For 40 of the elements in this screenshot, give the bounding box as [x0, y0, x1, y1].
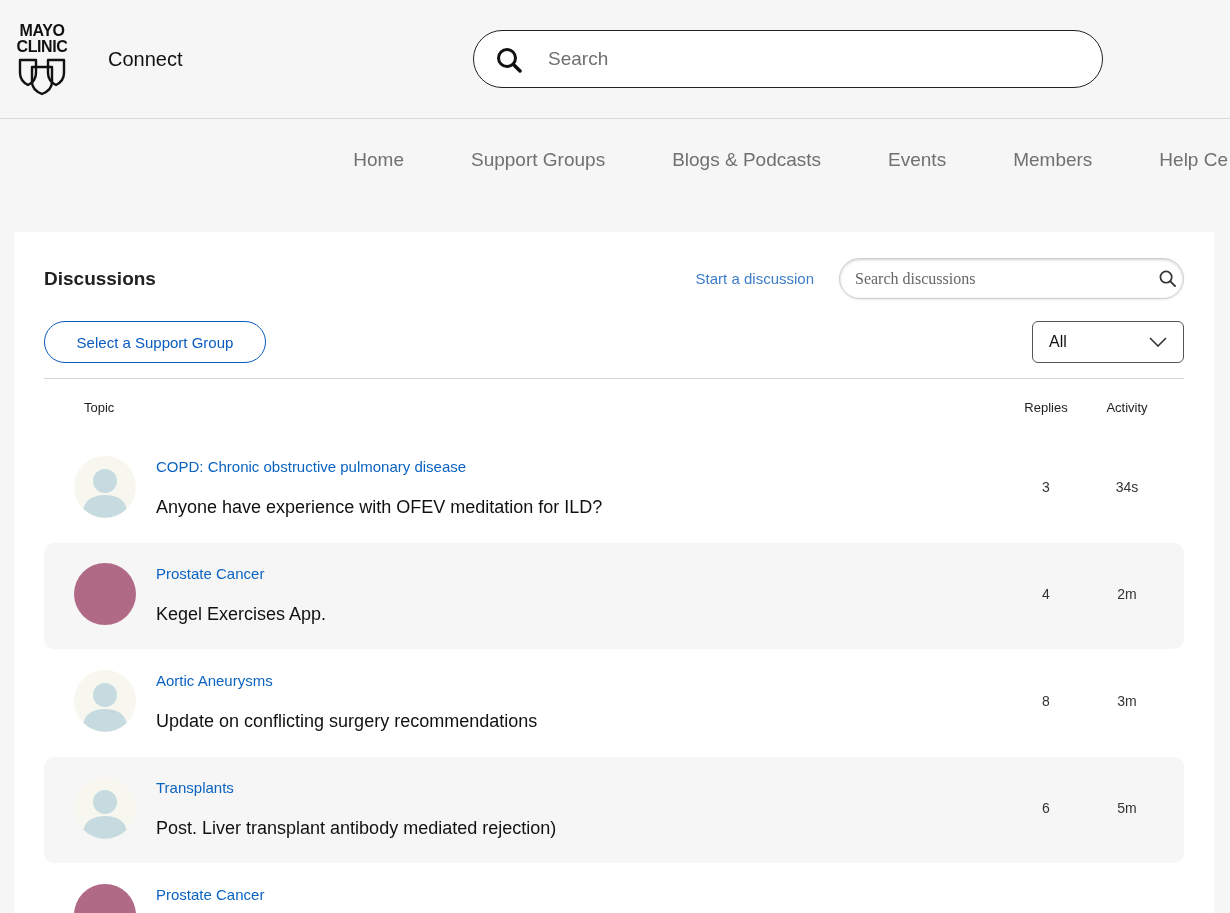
topic-title[interactable]: Kegel Exercises App.	[156, 602, 327, 626]
column-header: Topic	[84, 400, 115, 415]
group-link[interactable]: Aortic Aneurysms	[156, 671, 273, 691]
topic-title[interactable]: Post. Liver transplant antibody mediated rejection)	[156, 816, 557, 840]
search-field[interactable]: Search	[473, 30, 1103, 88]
group-link[interactable]: Prostate Cancer	[156, 564, 265, 584]
logo-text: MAYO CLINIC	[16, 22, 68, 55]
reply-count: 6	[1042, 800, 1050, 816]
user-avatar-icon	[74, 777, 136, 839]
section-title: Discussions	[44, 267, 156, 290]
filter-dropdown[interactable]: All	[1032, 321, 1184, 363]
column-header: Replies	[1024, 400, 1068, 415]
search-icon	[1159, 270, 1176, 287]
chevron-down-icon	[1149, 337, 1167, 347]
reply-count: 4	[1042, 586, 1050, 602]
site-name: Connect	[108, 47, 183, 71]
nav-link[interactable]: Events	[888, 147, 947, 173]
activity-time: 2m	[1117, 586, 1137, 602]
select-group-button[interactable]: Select a Support Group	[44, 321, 266, 363]
shields-logo-icon	[18, 57, 66, 96]
user-avatar-icon	[74, 456, 136, 518]
nav-link[interactable]: Home	[353, 147, 404, 173]
search-icon	[496, 47, 522, 73]
group-link[interactable]: COPD: Chronic obstructive pulmonary disease	[156, 457, 467, 477]
nav-link[interactable]: Members	[1013, 147, 1093, 173]
column-header: Activity	[1106, 400, 1148, 415]
nav-link[interactable]: Help Ce	[1159, 147, 1228, 173]
user-avatar-icon	[74, 670, 136, 732]
nav-link[interactable]: Blogs & Podcasts	[672, 147, 822, 173]
nav-link[interactable]: Support Groups	[471, 147, 606, 173]
topic-title[interactable]: Anyone have experience with OFEV meditation for ILD?	[156, 495, 603, 519]
activity-time: 3m	[1117, 693, 1137, 709]
reply-count: 3	[1042, 479, 1050, 495]
start-discussion-link[interactable]: Start a discussion	[695, 270, 814, 287]
topic-title[interactable]: Update on conflicting surgery recommendations	[156, 709, 538, 733]
reply-count: 8	[1042, 693, 1050, 709]
activity-time: 34s	[1115, 479, 1139, 495]
group-link[interactable]: Prostate Cancer	[156, 885, 265, 905]
activity-time: 5m	[1117, 800, 1137, 816]
group-link[interactable]: Transplants	[156, 778, 234, 798]
